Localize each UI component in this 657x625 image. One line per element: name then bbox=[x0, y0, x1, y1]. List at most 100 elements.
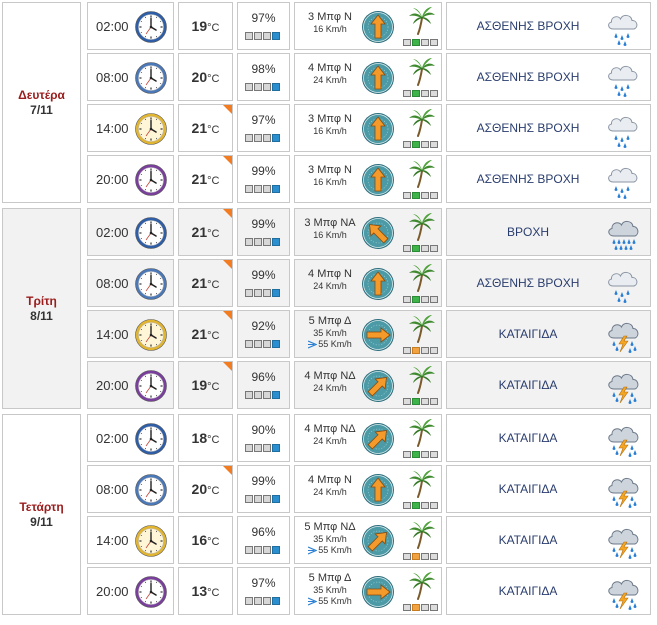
wind-beaufort: 5 Μπφ Δ bbox=[308, 315, 352, 327]
wind-meter-segment bbox=[421, 192, 429, 199]
clock-icon bbox=[134, 318, 168, 352]
forecast-row[interactable]: 14:00 21°C 92% 5 Μπφ Δ 35 Km/h 55 Km/h ΚΑΤΑΙΓΙ… bbox=[87, 310, 652, 358]
humidity-meter-segment bbox=[254, 32, 262, 40]
wind-strength-meter bbox=[403, 553, 439, 560]
forecast-row[interactable]: 08:00 20°C 98% 4 Μπφ Ν 24 Km/h ΑΣΘΕΝΗΣ ΒΡΟΧΗ bbox=[87, 53, 652, 101]
time-cell: 08:00 bbox=[87, 53, 174, 101]
wind-direction-compass-icon bbox=[361, 163, 395, 197]
wind-meter-segment bbox=[430, 604, 438, 611]
condition-cell: ΑΣΘΕΝΗΣ ΒΡΟΧΗ bbox=[446, 2, 651, 50]
temperature-number: 19 bbox=[191, 18, 208, 34]
humidity-meter-segment bbox=[245, 340, 253, 348]
humidity-meter-segment bbox=[245, 597, 253, 605]
wind-gust-value: 55 Km/h bbox=[318, 596, 352, 606]
wind-cell: 4 Μπφ ΝΔ 24 Km/h bbox=[294, 414, 442, 462]
wind-meter-segment bbox=[421, 90, 429, 97]
temperature-unit: °C bbox=[207, 485, 220, 497]
temperature-value: 16°C bbox=[179, 532, 232, 548]
humidity-meter-segment bbox=[254, 134, 262, 142]
palm-tree-icon bbox=[407, 364, 437, 394]
clock-icon bbox=[134, 61, 168, 95]
clock-icon bbox=[134, 112, 168, 146]
humidity-value: 97% bbox=[251, 11, 276, 25]
humidity-cell: 96% bbox=[237, 516, 290, 564]
humidity-value: 98% bbox=[251, 62, 276, 76]
wind-strength-meter bbox=[403, 296, 439, 303]
wind-gust: 55 Km/h bbox=[298, 596, 362, 607]
gust-icon bbox=[308, 340, 318, 349]
condition-label: ΑΣΘΕΝΗΣ ΒΡΟΧΗ bbox=[476, 121, 580, 135]
forecast-row[interactable]: 20:00 19°C 96% 4 Μπφ ΝΔ 24 Km/h ΚΑΤΑΙΓΙΔΑ bbox=[87, 361, 652, 409]
wind-cell: 4 Μπφ ΝΔ 24 Km/h bbox=[294, 361, 442, 409]
wind-cell: 3 Μπφ Ν 16 Km/h bbox=[294, 104, 442, 152]
humidity-value: 90% bbox=[251, 423, 276, 437]
palm-tree-icon bbox=[407, 158, 437, 188]
forecast-row[interactable]: 02:00 21°C 99% 3 Μπφ ΝΑ 16 Km/h ΒΡΟΧΗ bbox=[87, 208, 652, 256]
forecast-row[interactable]: 08:00 21°C 99% 4 Μπφ Ν 24 Km/h ΑΣΘΕΝΗΣ ΒΡΟΧΗ bbox=[87, 259, 652, 307]
forecast-row[interactable]: 02:00 19°C 97% 3 Μπφ Ν 16 Km/h ΑΣΘΕΝΗΣ ΒΡΟΧΗ bbox=[87, 2, 652, 50]
forecast-row[interactable]: 14:00 16°C 96% 5 Μπφ ΝΔ 35 Km/h 55 Km/h ΚΑΤΑΙΓ… bbox=[87, 516, 652, 564]
temperature-cell: 16°C bbox=[178, 516, 233, 564]
humidity-value: 99% bbox=[251, 217, 276, 231]
wind-meter-segment bbox=[403, 553, 411, 560]
wind-meter-segment bbox=[403, 347, 411, 354]
temperature-value: 19°C bbox=[179, 18, 232, 34]
time-label: 14:00 bbox=[96, 533, 129, 548]
temperature-unit: °C bbox=[207, 330, 220, 342]
condition-cell: ΚΑΤΑΙΓΙΔΑ bbox=[446, 414, 651, 462]
wind-meter-segment bbox=[421, 398, 429, 405]
day-label: Δευτέρα 7/11 bbox=[2, 2, 81, 203]
wind-meter-segment bbox=[421, 502, 429, 509]
humidity-meter-segment bbox=[254, 444, 262, 452]
humidity-meter bbox=[245, 391, 281, 399]
forecast-row[interactable]: 14:00 21°C 97% 3 Μπφ Ν 16 Km/h ΑΣΘΕΝΗΣ ΒΡΟΧΗ bbox=[87, 104, 652, 152]
temperature-unit: °C bbox=[207, 381, 220, 393]
humidity-meter bbox=[245, 495, 281, 503]
humidity-meter bbox=[245, 444, 281, 452]
wind-info: 5 Μπφ Δ 35 Km/h 55 Km/h bbox=[298, 315, 362, 350]
condition-label: ΚΑΤΑΙΓΙΔΑ bbox=[498, 533, 558, 547]
condition-label: ΚΑΤΑΙΓΙΔΑ bbox=[498, 482, 558, 496]
time-label: 08:00 bbox=[96, 276, 129, 291]
condition-label: ΚΑΤΑΙΓΙΔΑ bbox=[498, 584, 558, 598]
forecast-row[interactable]: 20:00 13°C 97% 5 Μπφ Δ 35 Km/h 55 Km/h ΚΑΤΑΙΓΙ… bbox=[87, 567, 652, 615]
wind-speed: 16 Km/h bbox=[313, 24, 347, 34]
condition-cell: ΑΣΘΕΝΗΣ ΒΡΟΧΗ bbox=[446, 104, 651, 152]
wind-meter-segment bbox=[430, 553, 438, 560]
wind-meter-segment bbox=[403, 502, 411, 509]
wind-meter-segment bbox=[403, 604, 411, 611]
wind-speed: 24 Km/h bbox=[313, 383, 347, 393]
light-rain-icon bbox=[605, 8, 643, 46]
wind-meter-segment bbox=[421, 39, 429, 46]
temperature-cell: 21°C bbox=[178, 104, 233, 152]
clock-icon bbox=[134, 10, 168, 44]
forecast-row[interactable]: 08:00 20°C 99% 4 Μπφ Ν 24 Km/h ΚΑΤΑΙΓΙΔΑ bbox=[87, 465, 652, 513]
wind-strength-meter bbox=[403, 604, 439, 611]
wind-meter-segment bbox=[403, 398, 411, 405]
humidity-meter bbox=[245, 185, 281, 193]
wind-speed: 16 Km/h bbox=[313, 126, 347, 136]
time-label: 14:00 bbox=[96, 327, 129, 342]
wind-direction-compass-icon bbox=[361, 112, 395, 146]
humidity-meter-segment bbox=[272, 495, 280, 503]
wind-strength-meter bbox=[403, 451, 439, 458]
humidity-meter-segment bbox=[245, 495, 253, 503]
time-cell: 02:00 bbox=[87, 414, 174, 462]
time-cell: 20:00 bbox=[87, 361, 174, 409]
palm-tree-icon bbox=[407, 417, 437, 447]
wind-info: 4 Μπφ Ν 24 Km/h bbox=[298, 268, 362, 292]
temperature-cell: 21°C bbox=[178, 208, 233, 256]
alert-corner-marker bbox=[223, 260, 232, 269]
forecast-row[interactable]: 20:00 21°C 99% 3 Μπφ Ν 16 Km/h ΑΣΘΕΝΗΣ ΒΡΟΧΗ bbox=[87, 155, 652, 203]
clock-icon bbox=[134, 267, 168, 301]
wind-strength-meter bbox=[403, 347, 439, 354]
wind-direction-compass-icon bbox=[361, 524, 395, 558]
wind-direction-compass-icon bbox=[361, 575, 395, 609]
temperature-unit: °C bbox=[207, 587, 220, 599]
wind-meter-segment bbox=[430, 296, 438, 303]
forecast-row[interactable]: 02:00 18°C 90% 4 Μπφ ΝΔ 24 Km/h ΚΑΤΑΙΓΙΔΑ bbox=[87, 414, 652, 462]
wind-direction-compass-icon bbox=[361, 318, 395, 352]
wind-info: 5 Μπφ Δ 35 Km/h 55 Km/h bbox=[298, 572, 362, 607]
condition-cell: ΚΑΤΑΙΓΙΔΑ bbox=[446, 567, 651, 615]
clock-icon bbox=[134, 575, 168, 609]
